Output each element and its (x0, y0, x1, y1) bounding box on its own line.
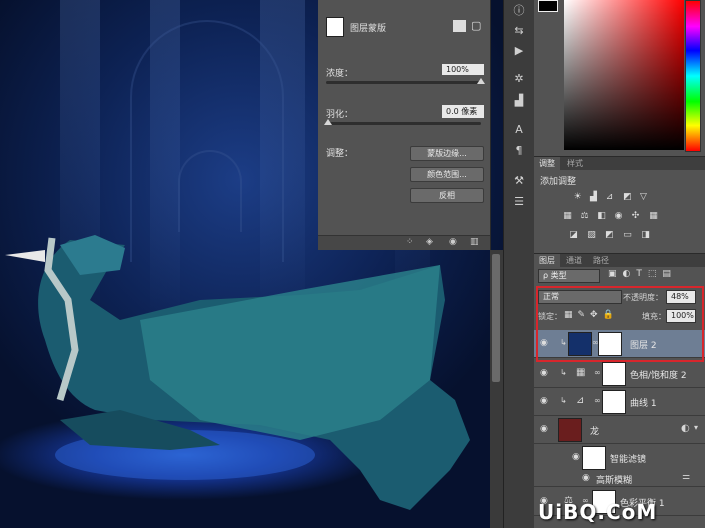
clip-arrow-icon: ↳ (560, 396, 567, 405)
selective-color-icon[interactable]: ◨ (640, 230, 651, 240)
color-picker-field[interactable] (564, 0, 684, 150)
vibrance-icon[interactable]: ▦ (562, 211, 573, 221)
smart-filter-row[interactable]: ◉ 智能滤镜 (534, 444, 705, 472)
layer-filter-kind-select[interactable]: ρ 类型 (538, 269, 600, 283)
threshold-icon[interactable]: ◩ (604, 230, 615, 240)
layer-name[interactable]: 高斯模糊 (596, 473, 632, 486)
hue-slider[interactable] (685, 0, 701, 152)
clone-source-icon[interactable]: ▟ (512, 94, 526, 108)
feather-slider-knob[interactable] (324, 119, 332, 125)
levels-icon[interactable]: ▟ (588, 192, 599, 202)
tab-layers[interactable]: 图层 (534, 254, 560, 267)
canvas-vertical-scrollbar[interactable] (490, 250, 503, 528)
eye-icon[interactable]: ◉ (540, 424, 548, 434)
mask-thumb (326, 17, 344, 37)
mask-panel-footer: ⁘ ◈ ◉ ▥ (318, 235, 490, 250)
foreground-color-swatch[interactable] (538, 0, 558, 12)
expand-arrow-icon[interactable]: ▾ (694, 423, 698, 432)
tab-paths[interactable]: 路径 (588, 254, 614, 267)
panel-icon-strip: ⓘ ⇆ ▶ ✲ ▟ A ¶ ⚒ ☰ (503, 0, 535, 528)
layer-thumbnail (558, 418, 582, 442)
smart-filter-mask-thumbnail (582, 446, 606, 470)
curves-icon[interactable]: ⊿ (604, 192, 615, 202)
apply-mask-icon[interactable]: ◈ (426, 237, 433, 247)
density-slider[interactable] (326, 81, 481, 84)
history-icon[interactable]: ⇆ (512, 24, 526, 38)
brightness-icon[interactable]: ☀ (572, 192, 583, 202)
clip-arrow-icon: ↳ (560, 368, 567, 377)
gradient-triangle-icon[interactable]: ▽ (638, 192, 649, 202)
adjustments-tabbar: 调整 样式 (534, 156, 705, 170)
layer-name[interactable]: 龙 (590, 424, 599, 437)
load-selection-icon[interactable]: ⁘ (406, 237, 414, 247)
highlight-box (536, 286, 704, 362)
paragraph-icon[interactable]: ¶ (512, 144, 526, 158)
tab-adjustments[interactable]: 调整 (534, 157, 560, 170)
layer-name[interactable]: 曲线 1 (630, 396, 657, 409)
channel-mixer-icon[interactable]: ✣ (630, 211, 641, 221)
site-watermark: UiBQ.CoM (538, 500, 658, 524)
posterize-icon[interactable]: ▨ (586, 230, 597, 240)
layer-row[interactable]: ◉ ↳ ⊿ ∞ 曲线 1 (534, 388, 705, 416)
invert-button[interactable]: 反相 (410, 188, 484, 203)
exposure-icon[interactable]: ◩ (622, 192, 633, 202)
layer-mask-thumbnail[interactable] (602, 362, 626, 386)
eye-icon[interactable]: ◉ (540, 396, 548, 406)
mask-properties-panel: 图层蒙版 ▢ 浓度： 100% 羽化： 0.0 像素 调整： 蒙版边缘... 颜… (318, 0, 491, 250)
tool-presets-icon[interactable]: ⚒ (512, 174, 526, 188)
smart-object-icon: ◐ (681, 423, 690, 434)
curves-icon: ⊿ (576, 395, 585, 406)
layers-tabbar: 图层 通道 路径 (534, 253, 705, 267)
feather-input[interactable]: 0.0 像素 (442, 105, 484, 118)
photo-filter-icon[interactable]: ◉ (613, 211, 624, 221)
filter-options-icon[interactable]: ⚌ (682, 472, 690, 482)
right-panels: 调整 样式 添加调整 ☀ ▟ ⊿ ◩ ▽ ▦ ⚖ ◧ ◉ ✣ ▦ ◪ ▨ ◩ ▭… (534, 0, 705, 528)
chain-link-icon: ∞ (594, 368, 601, 377)
info-icon[interactable]: ⓘ (512, 4, 526, 18)
gradient-map-icon[interactable]: ▭ (622, 230, 633, 240)
filter-row[interactable]: ◉ 高斯模糊 ⚌ (534, 470, 705, 487)
mask-panel-title: 图层蒙版 (350, 24, 387, 34)
eye-icon[interactable]: ◉ (540, 368, 548, 378)
density-slider-knob[interactable] (477, 78, 485, 84)
hue-saturation-icon: ▦ (576, 367, 586, 378)
eye-icon[interactable]: ◉ (572, 452, 580, 462)
actions-play-icon[interactable]: ▶ (512, 44, 526, 58)
chain-link-icon: ∞ (594, 396, 601, 405)
density-input[interactable]: 100% (442, 64, 484, 75)
feather-slider[interactable] (326, 122, 481, 125)
add-vector-mask-icon[interactable]: ▢ (471, 19, 481, 32)
invert-icon[interactable]: ◪ (568, 230, 579, 240)
layer-name[interactable]: 智能滤镜 (610, 452, 646, 465)
adjust-icon[interactable]: ☰ (512, 195, 526, 209)
layer-filter-icons[interactable]: ▣◐T⬚▤ (608, 269, 677, 279)
tab-channels[interactable]: 通道 (561, 254, 587, 267)
brush-presets-icon[interactable]: ✲ (512, 72, 526, 86)
eye-icon[interactable]: ◉ (582, 473, 590, 483)
color-lookup-icon[interactable]: ▦ (648, 211, 659, 221)
layer-mask-thumbnail[interactable] (602, 390, 626, 414)
layer-name[interactable]: 色相/饱和度 2 (630, 368, 687, 381)
mask-edge-button[interactable]: 蒙版边缘... (410, 146, 484, 161)
layer-row[interactable]: ◉ ↳ ▦ ∞ 色相/饱和度 2 (534, 360, 705, 388)
adjust-label: 调整： (326, 149, 354, 159)
tab-styles[interactable]: 样式 (562, 157, 588, 170)
color-balance-icon[interactable]: ⚖ (579, 211, 590, 221)
color-range-button[interactable]: 颜色范围... (410, 167, 484, 182)
add-pixel-mask-icon[interactable] (453, 20, 466, 32)
add-adjustment-label: 添加调整 (540, 177, 577, 187)
scrollbar-thumb[interactable] (492, 254, 500, 382)
visibility-icon[interactable]: ◉ (449, 237, 457, 247)
layer-row[interactable]: ◉ 龙 ◐ ▾ (534, 416, 705, 444)
delete-mask-icon[interactable]: ▥ (470, 237, 479, 247)
black-white-icon[interactable]: ◧ (596, 211, 607, 221)
character-icon[interactable]: A (512, 123, 526, 137)
density-label: 浓度： (326, 69, 354, 79)
